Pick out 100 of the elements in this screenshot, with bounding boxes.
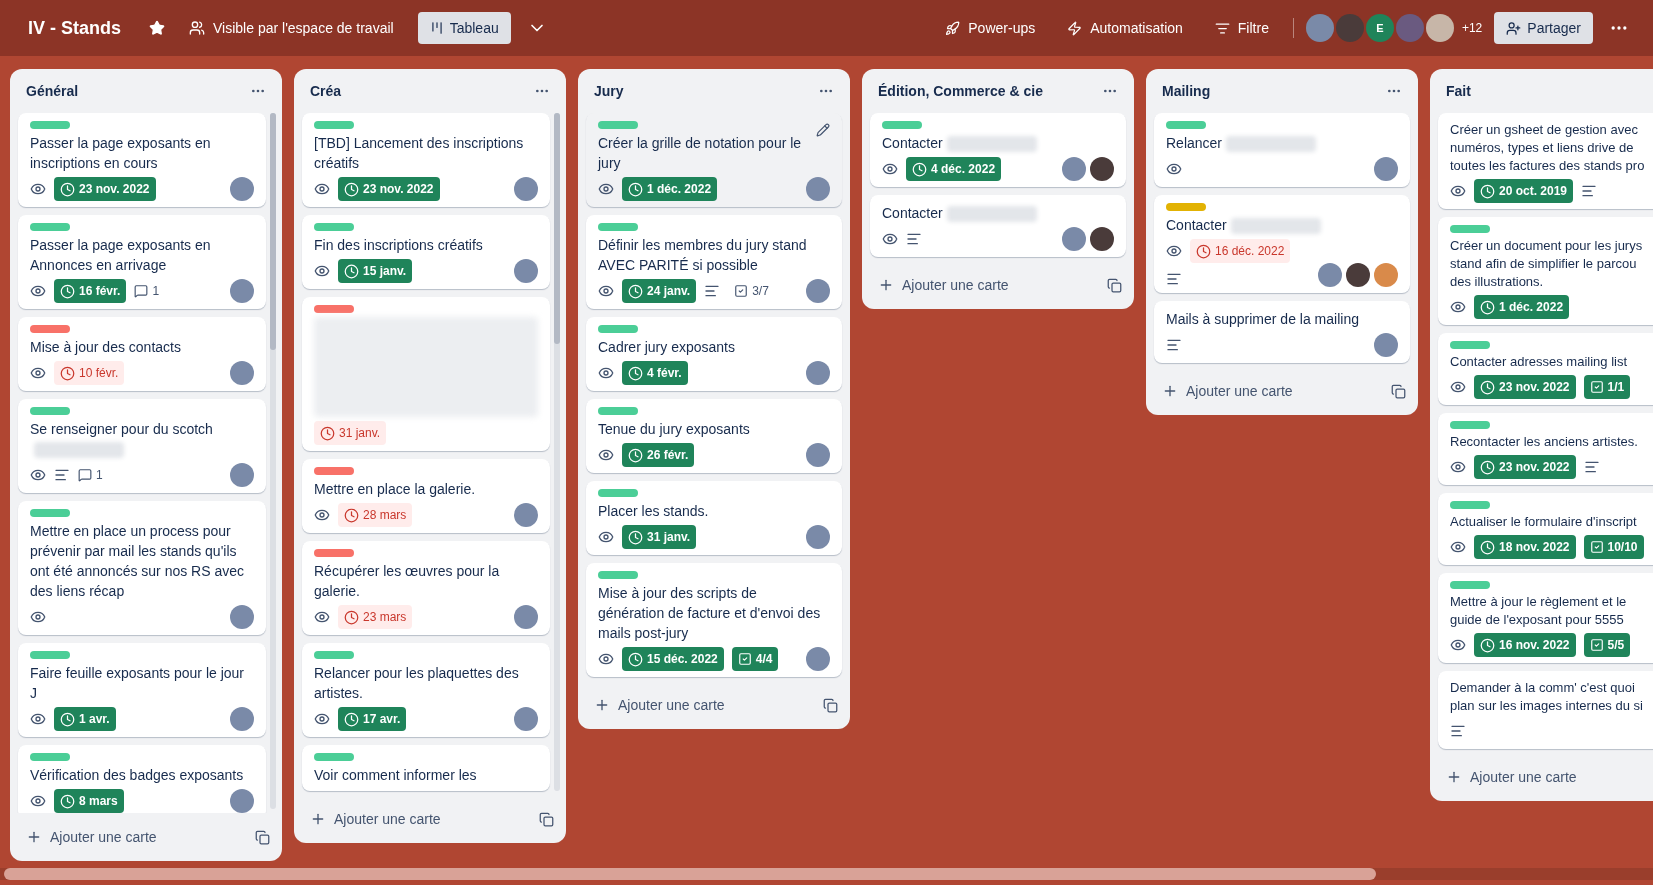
due-date-badge[interactable]: 1 déc. 2022 [1474,295,1570,319]
card-title: Faire feuille exposants pour le jour J [30,665,244,701]
due-date-badge[interactable]: 23 nov. 2022 [1474,455,1576,479]
card[interactable]: [TBD] Lancement des inscriptions créatifs 23 nov. 2022 [302,113,550,207]
card[interactable]: Tenue du jury exposants 26 févr. [586,399,842,473]
due-date-badge[interactable]: 1 avr. [54,707,116,731]
due-date-badge[interactable]: 15 janv. [338,259,413,283]
member-avatar[interactable] [1090,157,1114,181]
card[interactable]: Fin des inscriptions créatifs 15 janv. [302,215,550,289]
add-card-button[interactable]: Ajouter une carte [1158,375,1297,407]
edit-icon[interactable] [816,123,830,137]
due-date-badge[interactable]: 31 janv. [622,525,697,549]
lightning-icon [1067,20,1083,36]
card[interactable]: Demander à la comm' c'est quoi plan sur les images internes du si [1438,671,1653,749]
card[interactable]: Placer les stands. 31 janv. [586,481,842,555]
due-date-badge[interactable]: 15 déc. 2022 [622,647,724,671]
due-date-badge[interactable]: 26 févr. [622,443,695,467]
list-title[interactable]: Fait [1446,81,1471,101]
header-action-button[interactable]: Filtre [1202,12,1281,44]
card[interactable]: Mise à jour des contacts 10 févr. [18,317,266,391]
scrollbar[interactable] [270,113,276,809]
card[interactable]: Faire feuille exposants pour le jour J 1 avr. [18,643,266,737]
due-date-badge[interactable]: 16 nov. 2022 [1474,633,1576,657]
due-date-badge[interactable]: 4 déc. 2022 [906,157,1002,181]
card-label[interactable] [30,325,70,333]
more-members-count[interactable]: +12 [1461,20,1483,36]
card-label[interactable] [314,549,354,557]
card[interactable]: Contacter 16 déc. 2022 [1154,195,1410,293]
view-tab[interactable]: Tableau [417,12,511,44]
card[interactable]: Vérification des badges exposants 8 mars [18,745,266,813]
add-card-button[interactable]: Ajouter une carte [306,803,445,835]
due-date-badge[interactable]: 31 janv. [314,421,387,445]
member-avatar[interactable]: E [1365,14,1394,42]
card[interactable]: Contacter adresses mailing list 23 nov. 2022 1/1 [1438,333,1653,405]
checklist-badge: 5/5 [1583,633,1631,657]
list-title[interactable]: Créa [310,81,342,101]
watch-icon [598,651,614,667]
scrollbar[interactable] [554,113,560,791]
card[interactable]: Créer un document pour les jurys stand afin de simplifier le parcou des illustrations. 1 déc. 2022 [1438,217,1653,325]
add-card-button[interactable]: Ajouter une carte [590,689,729,721]
card[interactable]: Mettre à jour le règlement et le guide de l'exposant pour 5555 16 nov. 2022 5/5 [1438,573,1653,663]
card[interactable]: 31 janv. [302,297,550,451]
template-icon[interactable] [539,811,554,827]
watch-icon [1450,539,1466,555]
card[interactable]: Mise à jour des scripts de génération de facture et d'envoi des mails post-jury 15 déc. 2022 4/4 [586,563,842,677]
due-date-badge[interactable]: 16 févr. [54,279,127,303]
card[interactable]: Passer la page exposants en Annonces en arrivage 16 févr. 1 [18,215,266,309]
due-date-badge[interactable]: 23 nov. 2022 [54,177,156,201]
template-icon[interactable] [823,697,838,713]
template-icon[interactable] [1107,277,1122,293]
card[interactable]: Cadrer jury exposants 4 févr. [586,317,842,391]
card[interactable]: Contacter 4 déc. 2022 [870,113,1126,187]
card[interactable]: Mails à supprimer de la mailing [1154,301,1410,363]
due-date-badge[interactable]: 23 mars [338,605,413,629]
header-action-button[interactable]: Automatisation [1055,12,1195,44]
due-date-badge[interactable]: 20 oct. 2019 [1474,179,1574,203]
share-button[interactable]: Partager [1494,12,1593,44]
card-label[interactable] [314,305,354,313]
horizontal-scrollbar[interactable] [0,868,1653,880]
member-avatar[interactable] [1346,263,1370,287]
list-title[interactable]: Mailing [1162,81,1211,101]
card[interactable]: Définir les membres du jury stand AVEC PARITÉ si possible 24 janv. 3/7 [586,215,842,309]
card[interactable]: Mettre en place la galerie. 28 mars [302,459,550,533]
board-title[interactable]: IV - Stands [16,14,133,42]
list-title[interactable]: Édition, Commerce & cie [878,81,1043,101]
card-label[interactable] [314,467,354,475]
card[interactable]: Recontacter les anciens artistes. 23 nov. 2022 [1438,413,1653,485]
member-avatar[interactable] [1090,227,1114,251]
card[interactable]: Voir comment informer les [302,745,550,791]
due-date-badge[interactable]: 23 nov. 2022 [1474,375,1576,399]
template-icon[interactable] [1391,383,1406,399]
star-icon[interactable] [149,20,165,36]
due-date-badge[interactable]: 8 mars [54,789,124,813]
due-date-badge[interactable]: 16 déc. 2022 [1190,239,1291,263]
header-action-button[interactable]: Power-ups [933,12,1048,44]
add-card-button[interactable]: Ajouter une carte [1442,761,1581,793]
card[interactable]: Passer la page exposants en inscriptions en cours 23 nov. 2022 [18,113,266,207]
add-card-button[interactable]: Ajouter une carte [22,821,161,853]
due-date-badge[interactable]: 1 déc. 2022 [622,177,718,201]
due-date-badge[interactable]: 18 nov. 2022 [1474,535,1576,559]
due-date-badge[interactable]: 28 mars [338,503,413,527]
list-title[interactable]: Général [26,81,79,101]
card-title: Définir les membres du jury stand AVEC PARITÉ si possible [598,237,807,273]
due-date-badge[interactable]: 23 nov. 2022 [338,177,440,201]
checklist-badge: 10/10 [1583,535,1644,559]
template-icon[interactable] [255,829,270,845]
card[interactable]: Actualiser le formulaire d'inscript 18 nov. 2022 10/10 [1438,493,1653,565]
due-date-badge[interactable]: 10 févr. [54,361,125,385]
card-title: Créer un document pour les jurys stand afin de simplifier le parcou des illustrations. [1450,238,1643,289]
due-date-badge[interactable]: 17 avr. [338,707,407,731]
due-date-badge[interactable]: 24 janv. [622,279,697,303]
card[interactable]: Créer un gsheet de gestion avec numéros, types et liens drive de toutes les factures des stands pro 20 oct. 2019 [1438,113,1653,209]
card[interactable]: Récupérer les œuvres pour la galerie. 23 mars [302,541,550,635]
visibility-button[interactable]: Visible par l'espace de travail [181,12,402,44]
card[interactable]: Contacter [870,195,1126,257]
card[interactable]: Relancer pour les plaquettes des artistes. 17 avr. [302,643,550,737]
card[interactable]: Créer la grille de notation pour le jury 1 déc. 2022 [586,113,842,207]
due-date-badge[interactable]: 4 févr. [622,361,688,385]
add-card-button[interactable]: Ajouter une carte [874,269,1013,301]
list-title[interactable]: Jury [594,81,624,101]
